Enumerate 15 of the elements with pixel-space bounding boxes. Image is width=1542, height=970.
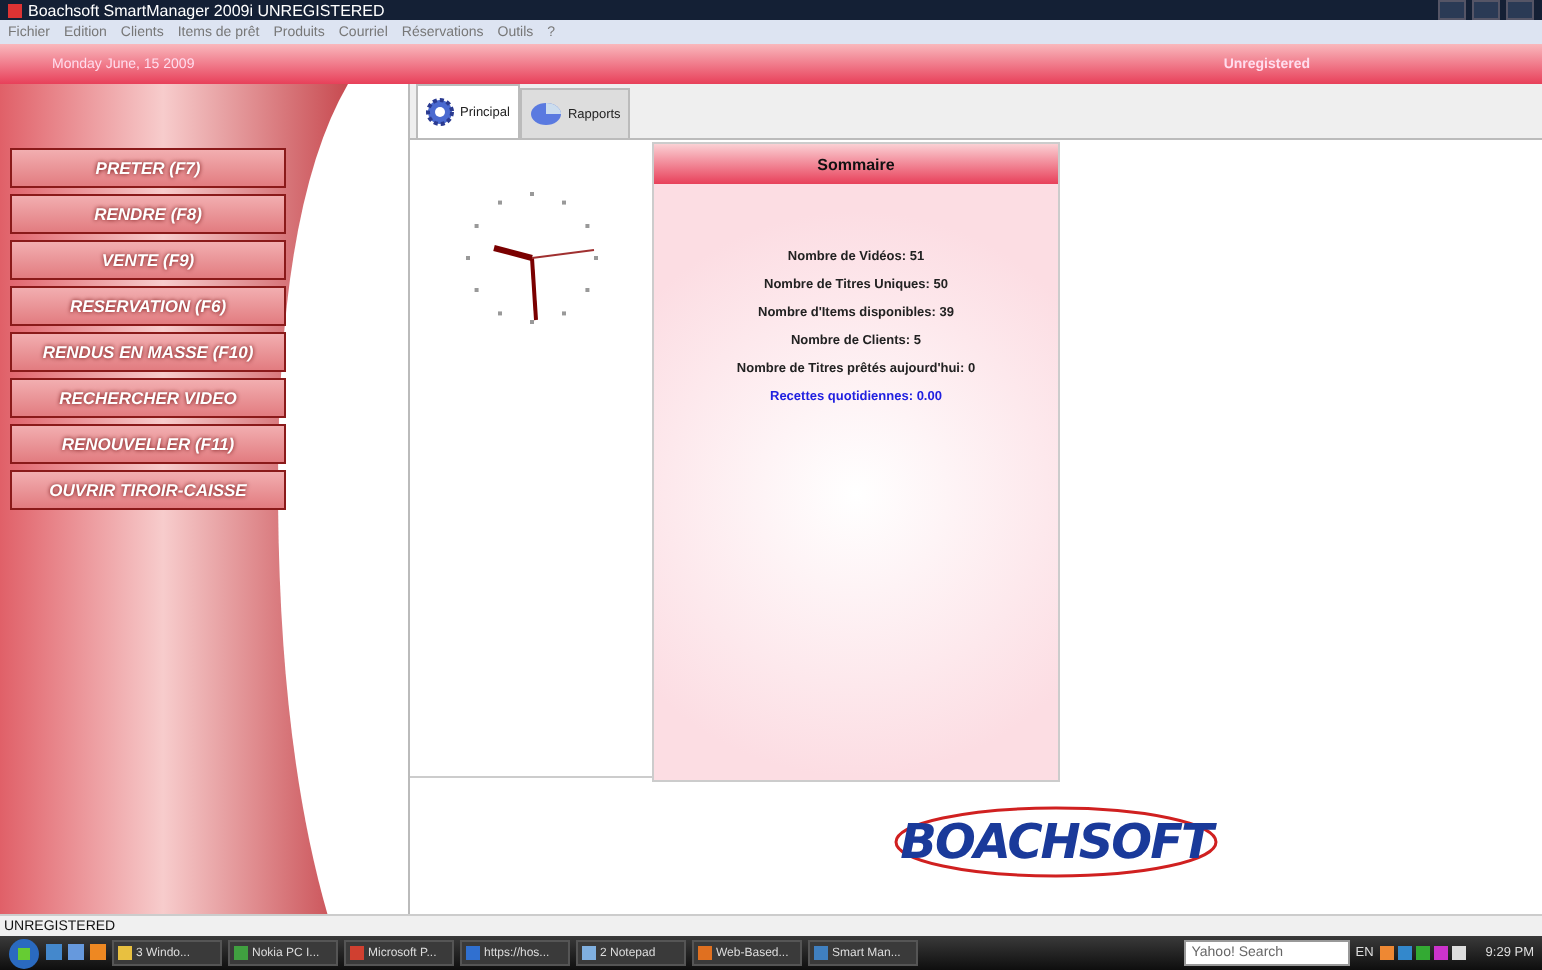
window-title: Boachsoft SmartManager 2009i UNREGISTERED — [28, 1, 385, 19]
gear-icon — [426, 98, 454, 126]
action-button[interactable]: RENDRE (F8) — [10, 194, 286, 234]
action-button[interactable]: RENDUS EN MASSE (F10) — [10, 332, 286, 372]
quick-launch-icon[interactable] — [46, 944, 106, 962]
app-icon — [8, 3, 22, 17]
action-button[interactable]: PRETER (F7) — [10, 148, 286, 188]
summary-title: Sommaire — [654, 144, 1058, 184]
action-button[interactable]: OUVRIR TIROIR-CAISSE — [10, 470, 286, 510]
action-button[interactable]: RENOUVELLER (F11) — [10, 424, 286, 464]
action-button[interactable]: VENTE (F9) — [10, 240, 286, 280]
pie-chart-icon — [529, 102, 562, 126]
start-button[interactable] — [8, 937, 40, 969]
action-button[interactable]: RECHERCHER VIDEO — [10, 378, 286, 418]
action-button[interactable]: RESERVATION (F6) — [10, 286, 286, 326]
